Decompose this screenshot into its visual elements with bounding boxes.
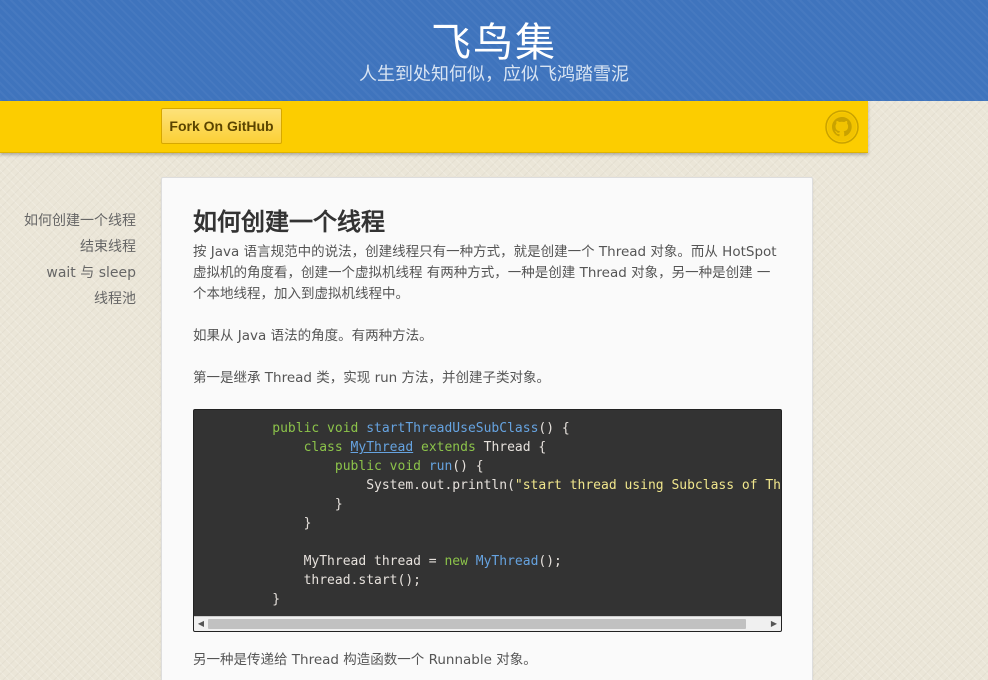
fork-on-github-button[interactable]: Fork On GitHub bbox=[161, 108, 282, 144]
github-octocat-icon[interactable] bbox=[825, 110, 859, 144]
code-token: run bbox=[428, 459, 453, 474]
article-title: 如何创建一个线程 bbox=[193, 208, 385, 236]
code-line: System.out.println("start thread using S… bbox=[194, 476, 782, 495]
code-token: () { bbox=[538, 421, 570, 436]
code-token: MyThread thread = bbox=[240, 554, 445, 569]
code-token: } bbox=[240, 516, 312, 531]
article-paragraph-3: 第一是继承 Thread 类，实现 run 方法，并创建子类对象。 bbox=[193, 370, 551, 386]
article-paragraph-4: 另一种是传递给 Thread 构造函数一个 Runnable 对象。 bbox=[193, 652, 537, 668]
code-line: class MyThread extends Thread { bbox=[194, 438, 781, 457]
code-line: thread.start(); bbox=[194, 571, 781, 590]
code-token: Thread { bbox=[483, 440, 547, 455]
code-token: thread.start(); bbox=[240, 573, 421, 588]
code-block[interactable]: public void startThreadUseSubClass() { c… bbox=[193, 409, 782, 632]
toolbar: Fork On GitHub bbox=[0, 101, 868, 153]
article-paragraph-2: 如果从 Java 语法的角度。有两种方法。 bbox=[193, 328, 433, 344]
code-token: public void bbox=[240, 459, 429, 474]
code-line: } bbox=[194, 590, 781, 609]
code-line: public void startThreadUseSubClass() { bbox=[194, 419, 781, 438]
code-token: "start thread using Subclass of Thread" bbox=[514, 478, 782, 493]
code-token: startThreadUseSubClass bbox=[366, 421, 539, 436]
toc-link-wait-sleep[interactable]: wait 与 sleep bbox=[0, 260, 136, 286]
code-token: } bbox=[240, 592, 281, 607]
article-card: 如何创建一个线程 按 Java 语言规范中的说法，创建线程只有一种方式，就是创建… bbox=[161, 177, 813, 680]
toc-link-thread-pool[interactable]: 线程池 bbox=[0, 286, 136, 312]
code-token: MyThread bbox=[350, 440, 414, 455]
code-line: public void run() { bbox=[194, 457, 781, 476]
scroll-left-arrow-icon[interactable]: ◀ bbox=[196, 619, 206, 629]
code-token: public void bbox=[240, 421, 367, 436]
code-token: (); bbox=[538, 554, 562, 569]
toc-link-end-thread[interactable]: 结束线程 bbox=[0, 234, 136, 260]
table-of-contents: 如何创建一个线程 结束线程 wait 与 sleep 线程池 bbox=[0, 208, 136, 312]
code-token: () { bbox=[452, 459, 484, 474]
code-line: } bbox=[194, 514, 781, 533]
article-paragraph-1: 按 Java 语言规范中的说法，创建线程只有一种方式，就是创建一个 Thread… bbox=[193, 244, 777, 302]
scroll-right-arrow-icon[interactable]: ▶ bbox=[769, 619, 779, 629]
code-lines: public void startThreadUseSubClass() { c… bbox=[194, 419, 782, 609]
code-token: } bbox=[240, 497, 343, 512]
code-token: MyThread bbox=[475, 554, 539, 569]
site-header: 飞鸟集 人生到处知何似，应似飞鸿踏雪泥 bbox=[0, 0, 988, 101]
code-token: System.out.println( bbox=[240, 478, 515, 493]
code-line: } bbox=[194, 495, 781, 514]
scrollbar-thumb[interactable] bbox=[208, 619, 746, 629]
code-token: new bbox=[444, 554, 476, 569]
horizontal-scrollbar[interactable]: ◀ ▶ bbox=[194, 616, 781, 631]
code-token: class bbox=[240, 440, 351, 455]
code-line: MyThread thread = new MyThread(); bbox=[194, 552, 781, 571]
site-subtitle: 人生到处知何似，应似飞鸿踏雪泥 bbox=[359, 64, 629, 85]
code-token: extends bbox=[413, 440, 484, 455]
toc-link-create-thread[interactable]: 如何创建一个线程 bbox=[0, 208, 136, 234]
